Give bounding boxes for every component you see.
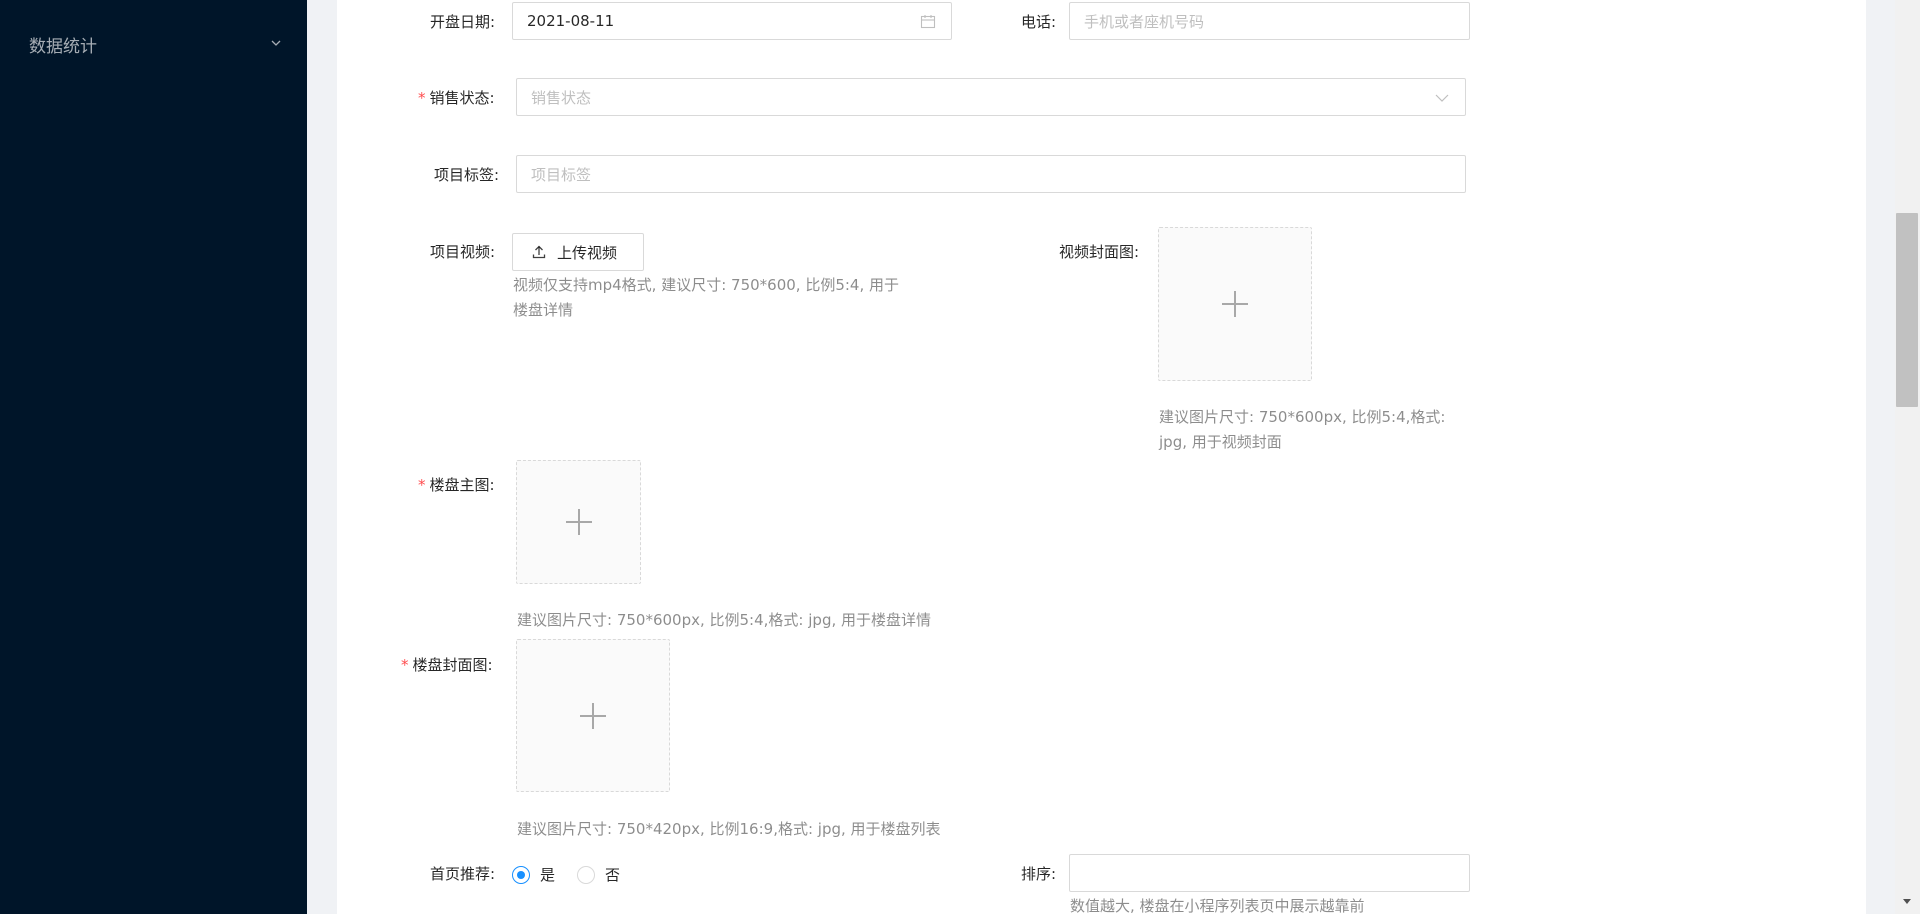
- chevron-down-icon: [271, 40, 281, 46]
- video-cover-hint-line1: 建议图片尺寸: 750*600px, 比例5:4,格式:: [1159, 408, 1446, 426]
- tags-placeholder: 项目标签: [531, 165, 592, 184]
- video-hint-line1: 视频仅支持mp4格式, 建议尺寸: 750*600, 比例5:4, 用于: [513, 276, 900, 294]
- tags-label: 项目标签:: [434, 166, 500, 184]
- plus-icon: [580, 702, 606, 729]
- phone-placeholder: 手机或者座机号码: [1084, 12, 1205, 31]
- home-recommend-yes-label: 是: [540, 866, 556, 884]
- cover-image-hint: 建议图片尺寸: 750*420px, 比例16:9,格式: jpg, 用于楼盘列…: [517, 820, 941, 838]
- phone-label: 电话:: [1021, 13, 1057, 31]
- required-mark: *: [401, 656, 409, 674]
- upload-video-label: 上传视频: [557, 243, 618, 262]
- sidebar: 数据统计: [0, 0, 307, 914]
- video-hint-line2: 楼盘详情: [513, 301, 574, 319]
- video-label: 项目视频:: [430, 243, 496, 261]
- cover-image-label: * 楼盘封面图:: [401, 654, 493, 675]
- video-cover-label: 视频封面图:: [1059, 243, 1140, 261]
- sidebar-item-label: 数据统计: [29, 36, 97, 57]
- plus-icon: [565, 509, 592, 535]
- upload-icon: [532, 245, 546, 259]
- scrollbar-track[interactable]: [1895, 0, 1920, 914]
- sale-status-placeholder: 销售状态: [531, 88, 592, 107]
- plus-icon: [1222, 291, 1248, 317]
- open-date-label: 开盘日期:: [430, 13, 496, 31]
- radio-checked-icon: [512, 865, 530, 884]
- scroll-down-arrow-icon[interactable]: [1900, 895, 1914, 907]
- required-mark: *: [418, 476, 426, 494]
- calendar-icon: [920, 15, 936, 29]
- open-date-picker[interactable]: 2021-08-11: [512, 2, 952, 40]
- sort-label: 排序:: [1021, 865, 1057, 883]
- home-recommend-label: 首页推荐:: [430, 865, 496, 883]
- sale-status-label: * 销售状态:: [418, 87, 495, 108]
- main-image-hint: 建议图片尺寸: 750*600px, 比例5:4,格式: jpg, 用于楼盘详情: [517, 611, 931, 629]
- radio-unchecked-icon: [577, 865, 595, 884]
- sort-hint: 数值越大, 楼盘在小程序列表页中展示越靠前: [1070, 897, 1365, 914]
- upload-video-button[interactable]: 上传视频: [512, 233, 644, 271]
- sidebar-item-data-statistics[interactable]: 数据统计: [0, 24, 307, 64]
- sale-status-select[interactable]: 销售状态: [516, 78, 1466, 116]
- cover-image-upload[interactable]: [516, 639, 670, 792]
- home-recommend-no-label: 否: [605, 866, 621, 884]
- sort-input[interactable]: [1069, 854, 1470, 892]
- scrollbar-thumb[interactable]: [1896, 213, 1918, 407]
- open-date-value: 2021-08-11: [527, 12, 615, 30]
- main-image-upload[interactable]: [516, 460, 641, 584]
- chevron-down-icon: [1435, 94, 1449, 102]
- main-image-label: * 楼盘主图:: [418, 474, 495, 495]
- tags-input[interactable]: 项目标签: [516, 155, 1466, 193]
- sale-status-label-text: 销售状态:: [429, 89, 495, 107]
- video-cover-upload[interactable]: [1158, 227, 1312, 381]
- home-recommend-no-radio[interactable]: 否: [577, 864, 620, 885]
- layout-gutter: [307, 0, 337, 914]
- home-recommend-yes-radio[interactable]: 是: [512, 864, 555, 885]
- main-image-label-text: 楼盘主图:: [429, 476, 495, 494]
- video-cover-hint-line2: jpg, 用于视频封面: [1159, 433, 1282, 451]
- phone-input[interactable]: 手机或者座机号码: [1069, 2, 1470, 40]
- required-mark: *: [418, 89, 426, 107]
- cover-image-label-text: 楼盘封面图:: [412, 656, 493, 674]
